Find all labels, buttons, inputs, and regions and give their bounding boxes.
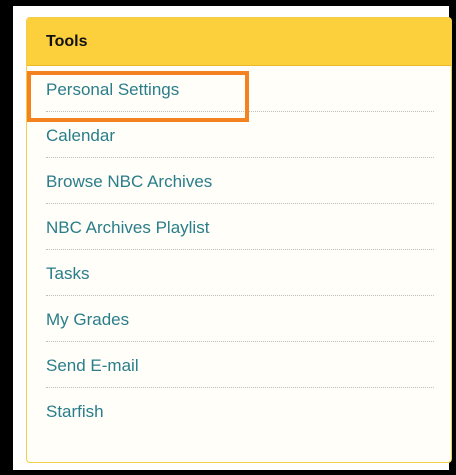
tool-link-nbc-archives-playlist[interactable]: NBC Archives Playlist <box>46 204 434 250</box>
tools-list: Personal Settings Calendar Browse NBC Ar… <box>27 66 451 434</box>
tool-link-browse-nbc-archives[interactable]: Browse NBC Archives <box>46 158 434 204</box>
tool-link-my-grades[interactable]: My Grades <box>46 296 434 342</box>
tool-link-send-email[interactable]: Send E-mail <box>46 342 434 388</box>
tool-link-calendar[interactable]: Calendar <box>46 112 434 158</box>
tool-link-tasks[interactable]: Tasks <box>46 250 434 296</box>
tools-panel-header: Tools <box>27 18 451 66</box>
tool-link-personal-settings[interactable]: Personal Settings <box>46 66 434 112</box>
tool-link-starfish[interactable]: Starfish <box>46 388 434 434</box>
tools-panel: Tools Personal Settings Calendar Browse … <box>26 17 452 463</box>
